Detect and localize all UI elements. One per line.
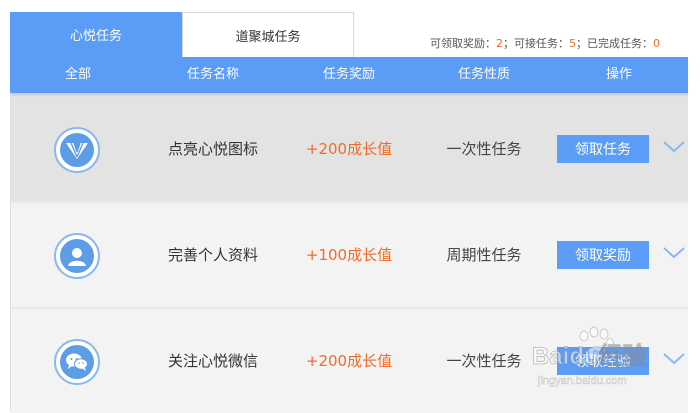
table-header: 全部 任务名称 任务奖励 任务性质 操作 (10, 57, 688, 93)
tab-xinyue-tasks[interactable]: 心悦任务 (10, 12, 182, 57)
task-type: 一次性任务 (446, 140, 522, 158)
task-reward: +200成长值 (305, 352, 393, 370)
task-stats: 可领取奖励： 2 ；可接任务： 5 ；已完成任务： 0 (430, 35, 660, 51)
task-reward: +100成长值 (305, 246, 393, 264)
task-name: 关注心悦微信 (167, 352, 259, 370)
task-reward: +200成长值 (305, 140, 393, 158)
task-type: 周期性任务 (446, 246, 522, 264)
panel-left-border (10, 93, 11, 410)
claim-experience-button[interactable]: 领取经验 (557, 347, 649, 375)
table-row: 完善个人资料 +100成长值 周期性任务 领取奖励 (10, 203, 688, 307)
done-stat-label: ；已完成任务： (576, 37, 653, 50)
chevron-down-icon[interactable] (662, 137, 686, 155)
accept-stat-label: ；可接任务： (503, 37, 569, 50)
task-name: 完善个人资料 (167, 246, 259, 264)
reward-stat-label: 可领取奖励： (430, 37, 496, 50)
xinyue-logo-icon (54, 127, 100, 173)
chevron-down-icon[interactable] (662, 349, 686, 367)
tab-daojucheng-tasks[interactable]: 道聚城任务 (182, 12, 354, 57)
tab-bar: 心悦任务 道聚城任务 可领取奖励： 2 ；可接任务： 5 ；已完成任务： 0 (10, 12, 688, 57)
column-task-reward: 任务奖励 (322, 67, 376, 82)
table-row: 点亮心悦图标 +200成长值 一次性任务 领取任务 (10, 97, 688, 201)
column-task-name: 任务名称 (186, 67, 240, 82)
column-task-type: 任务性质 (457, 67, 511, 82)
table-row: 关注心悦微信 +200成长值 一次性任务 领取经验 (10, 309, 688, 413)
done-stat-count: 0 (653, 36, 660, 50)
accept-stat-count: 5 (569, 36, 576, 50)
accept-task-button[interactable]: 领取任务 (557, 135, 649, 163)
chevron-down-icon[interactable] (662, 243, 686, 261)
column-all[interactable]: 全部 (65, 57, 91, 93)
wechat-icon (54, 339, 100, 385)
task-name: 点亮心悦图标 (167, 140, 259, 158)
task-type: 一次性任务 (446, 352, 522, 370)
claim-reward-button[interactable]: 领取奖励 (557, 241, 649, 269)
column-action: 操作 (605, 67, 633, 82)
reward-stat-count: 2 (496, 36, 503, 50)
task-panel: 心悦任务 道聚城任务 可领取奖励： 2 ；可接任务： 5 ；已完成任务： 0 全… (10, 0, 688, 413)
user-profile-icon (54, 233, 100, 279)
